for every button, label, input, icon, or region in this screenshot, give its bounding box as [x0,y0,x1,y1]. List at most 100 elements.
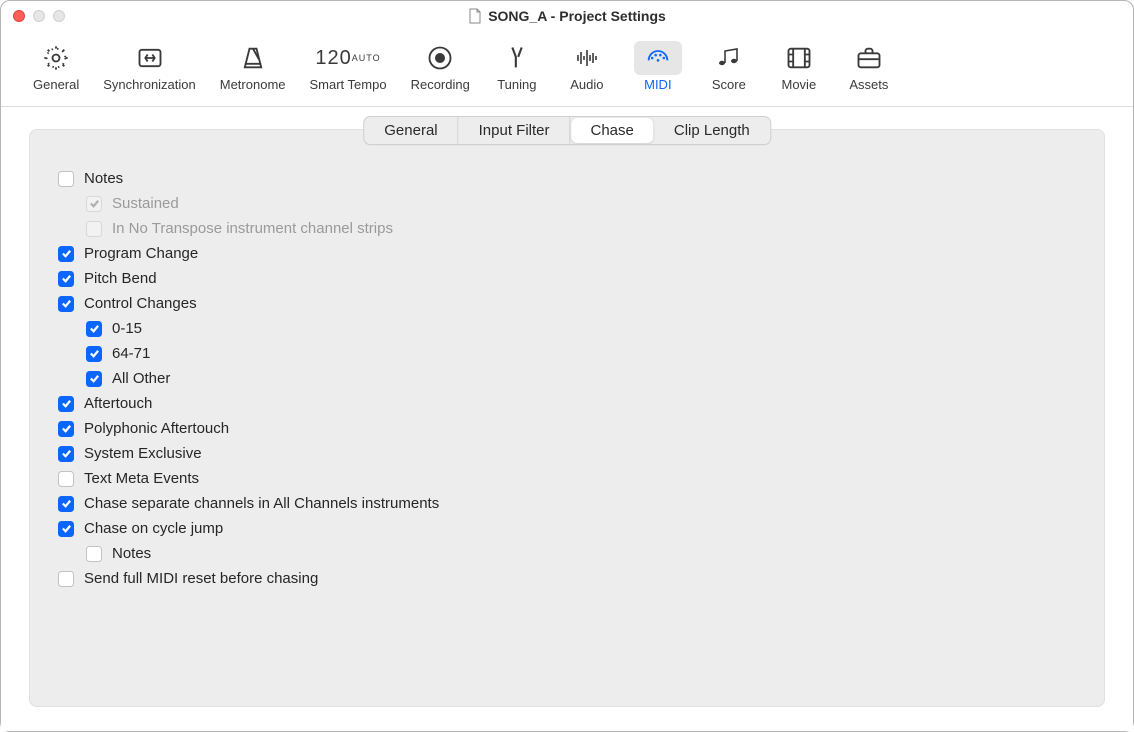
row-control-changes: Control Changes [58,291,1076,316]
smart-tempo-auto: AUTO [352,54,381,63]
checkbox-control-changes[interactable] [58,296,74,312]
label-cc-64-71: 64-71 [112,345,150,362]
checkbox-cc-0-15[interactable] [86,321,102,337]
toolbar-audio-label: Audio [570,77,603,92]
toolbar: General Synchronization Metronome 120 AU… [1,31,1133,107]
midi-icon [634,41,682,75]
label-chase-cycle: Chase on cycle jump [84,520,223,537]
label-in-no-transpose: In No Transpose instrument channel strip… [112,220,393,237]
smart-tempo-icon: 120 AUTO [315,41,380,75]
toolbar-smart-tempo-label: Smart Tempo [310,77,387,92]
metronome-icon [239,41,267,75]
subtab-chase[interactable]: Chase [572,118,653,143]
label-cycle-notes: Notes [112,545,151,562]
checkbox-cycle-notes[interactable] [86,546,102,562]
toolbar-assets-label: Assets [849,77,888,92]
row-sysex: System Exclusive [58,441,1076,466]
checkbox-in-no-transpose [86,221,102,237]
checkbox-sysex[interactable] [58,446,74,462]
row-cc-all-other: All Other [58,366,1076,391]
row-cc-64-71: 64-71 [58,341,1076,366]
content-area: General Input Filter Chase Clip Length N… [1,107,1133,731]
label-chase-separate: Chase separate channels in All Channels … [84,495,439,512]
checkbox-notes[interactable] [58,171,74,187]
toolbar-synchronization-label: Synchronization [103,77,196,92]
checkbox-pitch-bend[interactable] [58,271,74,287]
row-cycle-notes: Notes [58,541,1076,566]
toolbar-assets[interactable]: Assets [834,37,904,96]
label-control-changes: Control Changes [84,295,197,312]
row-aftertouch: Aftertouch [58,391,1076,416]
subtab-input-filter[interactable]: Input Filter [459,117,571,144]
settings-panel: General Input Filter Chase Clip Length N… [29,129,1105,707]
toolbar-audio[interactable]: Audio [552,37,622,96]
label-pitch-bend: Pitch Bend [84,270,157,287]
row-poly-aftertouch: Polyphonic Aftertouch [58,416,1076,441]
checkbox-poly-aftertouch[interactable] [58,421,74,437]
checkbox-program-change[interactable] [58,246,74,262]
toolbar-synchronization[interactable]: Synchronization [91,37,208,96]
label-program-change: Program Change [84,245,198,262]
window-title: SONG_A - Project Settings [1,8,1133,24]
label-poly-aftertouch: Polyphonic Aftertouch [84,420,229,437]
toolbar-metronome-label: Metronome [220,77,286,92]
toolbar-score[interactable]: Score [694,37,764,96]
row-program-change: Program Change [58,241,1076,266]
project-settings-window: SONG_A - Project Settings General Synchr… [0,0,1134,732]
checkbox-aftertouch[interactable] [58,396,74,412]
label-notes: Notes [84,170,123,187]
row-text-meta: Text Meta Events [58,466,1076,491]
toolbar-metronome[interactable]: Metronome [208,37,298,96]
toolbar-recording[interactable]: Recording [399,37,482,96]
sub-tabs: General Input Filter Chase Clip Length [363,116,771,145]
row-chase-cycle: Chase on cycle jump [58,516,1076,541]
row-sustained: Sustained [58,191,1076,216]
film-icon [785,41,813,75]
label-sysex: System Exclusive [84,445,202,462]
row-send-full-reset: Send full MIDI reset before chasing [58,566,1076,591]
row-cc-0-15: 0-15 [58,316,1076,341]
subtab-general[interactable]: General [364,117,458,144]
label-sustained: Sustained [112,195,179,212]
gear-icon [42,41,70,75]
toolbar-midi-label: MIDI [644,77,671,92]
label-cc-all-other: All Other [112,370,170,387]
checkbox-cc-all-other[interactable] [86,371,102,387]
toolbar-movie-label: Movie [782,77,817,92]
toolbar-recording-label: Recording [411,77,470,92]
toolbar-tuning-label: Tuning [497,77,536,92]
toolbar-midi[interactable]: MIDI [622,37,694,96]
document-icon [468,8,482,24]
row-pitch-bend: Pitch Bend [58,266,1076,291]
window-controls [13,10,65,22]
record-icon [426,41,454,75]
label-send-full-reset: Send full MIDI reset before chasing [84,570,318,587]
tuning-fork-icon [503,41,531,75]
window-title-text: SONG_A - Project Settings [488,8,666,24]
sync-icon [136,41,164,75]
close-window-button[interactable] [13,10,25,22]
checkbox-text-meta[interactable] [58,471,74,487]
minimize-window-button[interactable] [33,10,45,22]
toolbar-score-label: Score [712,77,746,92]
briefcase-icon [855,41,883,75]
toolbar-general[interactable]: General [21,37,91,96]
titlebar: SONG_A - Project Settings [1,1,1133,31]
row-notes: Notes [58,166,1076,191]
waveform-icon [572,41,602,75]
zoom-window-button[interactable] [53,10,65,22]
checkbox-chase-cycle[interactable] [58,521,74,537]
checkbox-chase-separate[interactable] [58,496,74,512]
toolbar-movie[interactable]: Movie [764,37,834,96]
score-icon [714,41,744,75]
subtab-clip-length[interactable]: Clip Length [654,117,770,144]
label-text-meta: Text Meta Events [84,470,199,487]
row-chase-separate: Chase separate channels in All Channels … [58,491,1076,516]
toolbar-smart-tempo[interactable]: 120 AUTO Smart Tempo [298,37,399,96]
toolbar-tuning[interactable]: Tuning [482,37,552,96]
checkbox-sustained [86,196,102,212]
checkbox-cc-64-71[interactable] [86,346,102,362]
checkbox-send-full-reset[interactable] [58,571,74,587]
label-aftertouch: Aftertouch [84,395,152,412]
label-cc-0-15: 0-15 [112,320,142,337]
